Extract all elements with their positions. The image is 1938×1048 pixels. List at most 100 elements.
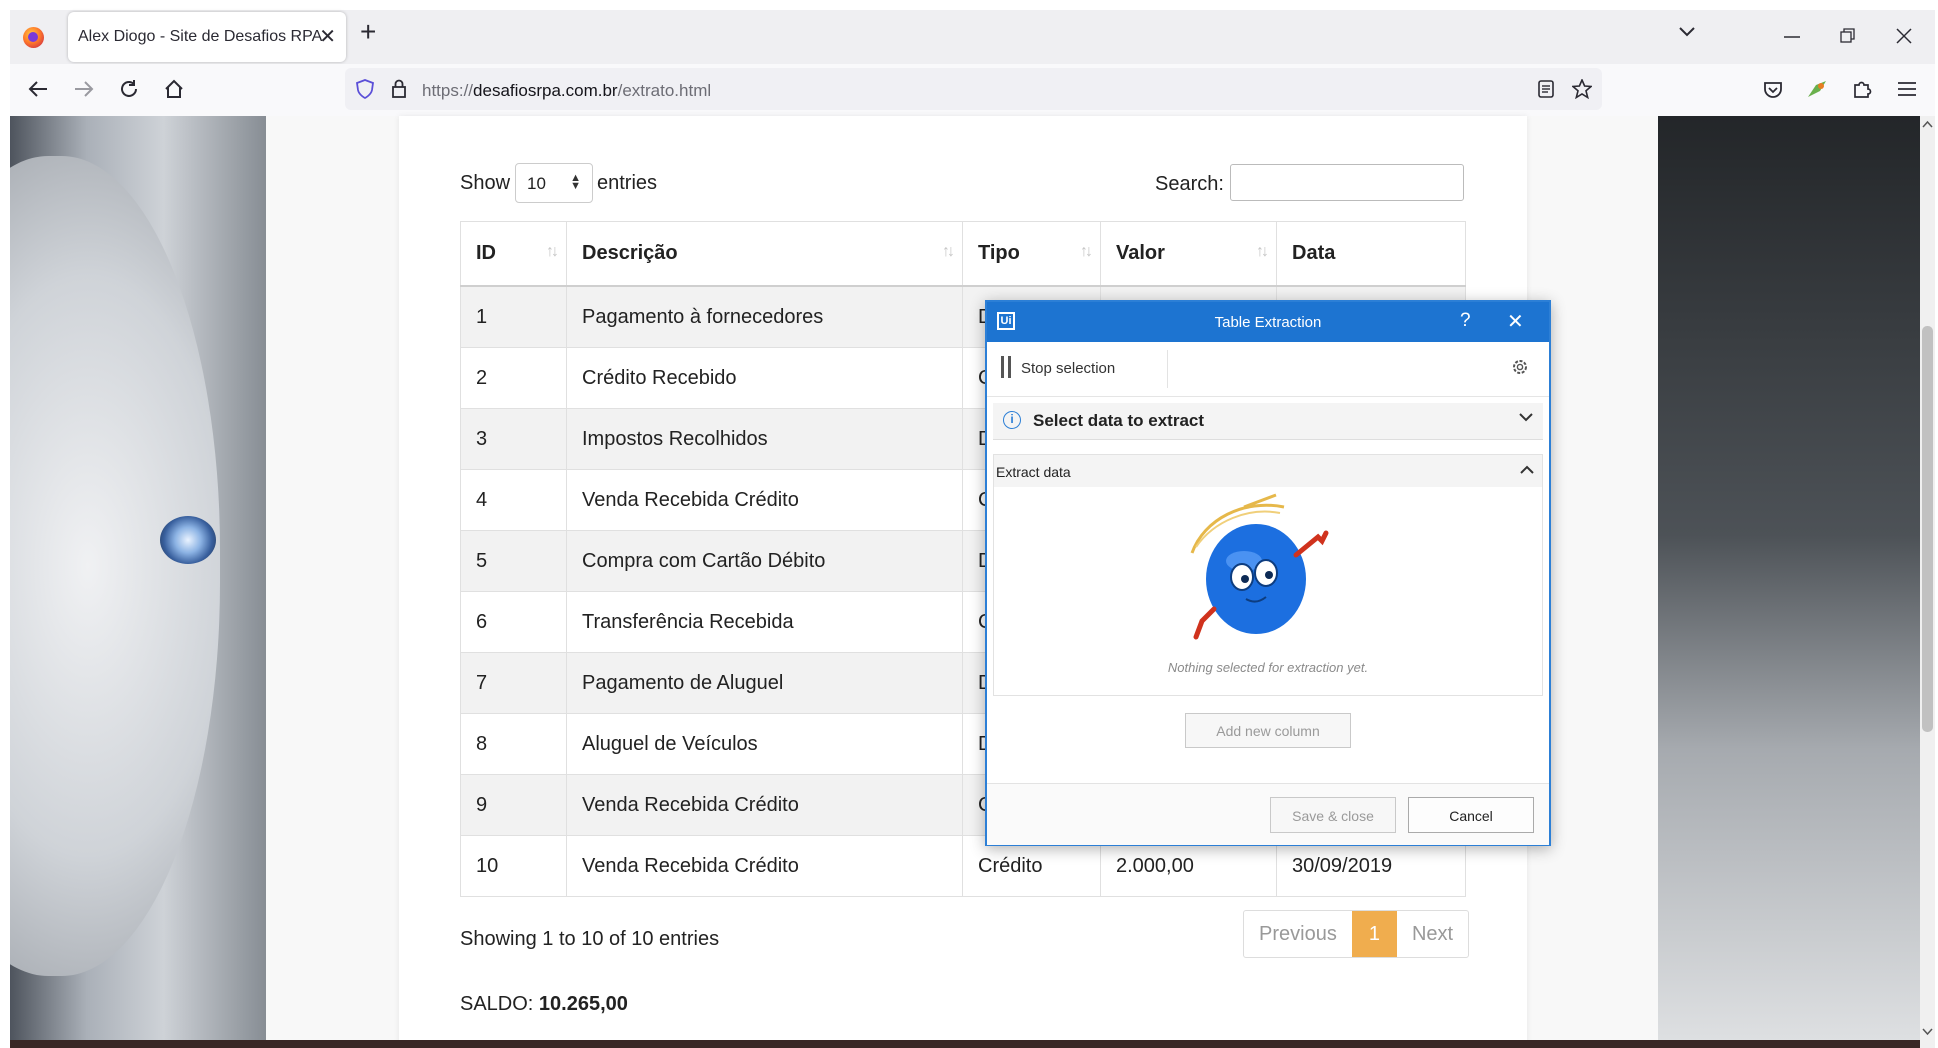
column-header-label: Descrição <box>582 242 678 264</box>
cell-id: 4 <box>460 469 567 531</box>
help-button[interactable]: ? <box>1460 310 1471 332</box>
tab-close-icon[interactable]: ✕ <box>319 24 336 49</box>
uipath-extension-icon[interactable] <box>1806 79 1828 99</box>
cell-id: 7 <box>460 652 567 714</box>
tab-title: Alex Diogo - Site de Desafios RPA <box>78 28 323 45</box>
cancel-button[interactable]: Cancel <box>1408 797 1534 833</box>
cell-descricao: Transferência Recebida <box>566 591 963 653</box>
page-margin-left <box>266 116 399 1048</box>
table-info-text: Showing 1 to 10 of 10 entries <box>460 928 720 950</box>
restore-icon[interactable] <box>1840 28 1856 44</box>
settings-gear-icon[interactable] <box>1510 357 1530 377</box>
cell-id: 2 <box>460 347 567 409</box>
select-data-section-header[interactable]: i Select data to extract <box>993 403 1543 440</box>
stop-selection-icon[interactable] <box>1001 356 1011 378</box>
cell-id: 10 <box>460 835 567 897</box>
column-header-tipo[interactable]: Tipo ↑↓ <box>962 221 1101 287</box>
previous-page-button[interactable]: Previous <box>1244 911 1352 957</box>
lock-icon[interactable] <box>391 78 407 98</box>
cell-id: 9 <box>460 774 567 836</box>
dialog-toolbar: Stop selection <box>987 342 1549 397</box>
taskbar-edge <box>10 1040 1920 1048</box>
url-domain: desafiosrpa.com.br <box>473 81 618 100</box>
page-1-button[interactable]: 1 <box>1351 911 1397 957</box>
next-page-button[interactable]: Next <box>1397 911 1468 957</box>
minimize-icon[interactable] <box>1784 36 1800 38</box>
extensions-puzzle-icon[interactable] <box>1852 79 1872 99</box>
dialog-titlebar[interactable]: Ui Table Extraction ? ✕ <box>987 302 1549 342</box>
cell-descricao: Compra com Cartão Débito <box>566 530 963 592</box>
shield-icon[interactable] <box>356 79 374 99</box>
info-icon: i <box>1003 411 1021 429</box>
robot-mascot-illustration <box>1190 493 1329 640</box>
url-text[interactable]: https://desafiosrpa.com.br/extrato.html <box>422 81 711 101</box>
robot-face-shape <box>10 156 220 976</box>
url-scheme: https:// <box>422 81 474 100</box>
save-close-button[interactable]: Save & close <box>1270 797 1396 833</box>
robot-eye-shape <box>160 516 216 564</box>
scroll-down-arrow-icon[interactable] <box>1922 1028 1933 1036</box>
extract-data-panel: Extract data Nothing selected for extrac… <box>993 454 1543 696</box>
column-header-valor[interactable]: Valor ↑↓ <box>1100 221 1277 287</box>
pagination: Previous 1 Next <box>1243 910 1470 958</box>
saldo-value: 10.265,00 <box>538 993 628 1015</box>
reader-view-icon[interactable] <box>1538 80 1554 98</box>
cell-descricao: Pagamento à fornecedores <box>566 285 963 348</box>
saldo: SALDO: 10.265,00 <box>460 993 628 1016</box>
home-icon[interactable] <box>164 79 184 99</box>
table-header-row: ID ↑↓ Descrição ↑↓ Tipo ↑↓ Valor ↑↓ Data <box>460 221 1466 287</box>
cell-descricao: Venda Recebida Crédito <box>566 469 963 531</box>
chevron-up-icon[interactable] <box>1520 465 1534 475</box>
cell-id: 5 <box>460 530 567 592</box>
column-header-label: Data <box>1292 242 1336 264</box>
tab-list-chevron-icon[interactable] <box>1678 26 1696 38</box>
extract-data-header[interactable]: Extract data <box>994 455 1542 487</box>
stop-selection-button[interactable]: Stop selection <box>1021 360 1115 377</box>
cell-id: 6 <box>460 591 567 653</box>
column-header-label: ID <box>476 242 496 264</box>
cell-descricao: Crédito Recebido <box>566 347 963 409</box>
toolbar-divider <box>1167 350 1168 388</box>
scrollbar-thumb[interactable] <box>1922 326 1933 732</box>
new-tab-button[interactable]: + <box>360 18 376 46</box>
cell-descricao: Pagamento de Aluguel <box>566 652 963 714</box>
firefox-logo-icon[interactable] <box>23 27 44 48</box>
search-input[interactable] <box>1230 164 1464 201</box>
browser-tab[interactable]: Alex Diogo - Site de Desafios RPA ✕ <box>68 12 346 62</box>
sort-icon: ↑↓ <box>942 243 955 260</box>
cell-id: 3 <box>460 408 567 470</box>
pocket-icon[interactable] <box>1763 81 1783 99</box>
saldo-label: SALDO: <box>460 993 534 1015</box>
cell-id: 1 <box>460 285 567 348</box>
menu-hamburger-icon[interactable] <box>1898 82 1916 96</box>
select-updown-icon: ▲ ▼ <box>570 172 581 192</box>
cell-descricao: Venda Recebida Crédito <box>566 774 963 836</box>
entries-per-page-select[interactable]: 10 ▲ ▼ <box>515 163 593 203</box>
reload-icon[interactable] <box>119 79 139 99</box>
dialog-footer: Save & close Cancel <box>987 783 1549 845</box>
chevron-down-icon[interactable] <box>1519 412 1533 422</box>
url-path: /extrato.html <box>617 81 712 100</box>
cell-descricao: Venda Recebida Crédito <box>566 835 963 897</box>
table-extraction-dialog: Ui Table Extraction ? ✕ Stop selection i… <box>985 300 1551 846</box>
background-robot-image-left <box>10 116 266 1048</box>
dialog-close-button[interactable]: ✕ <box>1507 309 1524 334</box>
search-label: Search: <box>1155 173 1224 195</box>
column-header-descricao[interactable]: Descrição ↑↓ <box>566 221 963 287</box>
select-data-label: Select data to extract <box>1033 411 1205 430</box>
window-close-icon[interactable] <box>1896 28 1912 44</box>
empty-state-text: Nothing selected for extraction yet. <box>1167 660 1369 675</box>
entries-label: entries <box>597 172 658 194</box>
show-label: Show <box>460 172 511 194</box>
scroll-up-arrow-icon[interactable] <box>1922 120 1933 128</box>
forward-icon[interactable] <box>74 80 94 98</box>
sort-icon: ↑↓ <box>546 243 559 260</box>
column-header-label: Tipo <box>978 242 1020 264</box>
column-header-id[interactable]: ID ↑↓ <box>460 221 567 287</box>
bookmark-star-icon[interactable] <box>1572 79 1592 99</box>
cell-id: 8 <box>460 713 567 775</box>
column-header-data[interactable]: Data <box>1276 221 1466 287</box>
back-icon[interactable] <box>28 80 48 98</box>
extract-data-label: Extract data <box>996 464 1071 480</box>
add-new-column-button[interactable]: Add new column <box>1185 713 1351 748</box>
